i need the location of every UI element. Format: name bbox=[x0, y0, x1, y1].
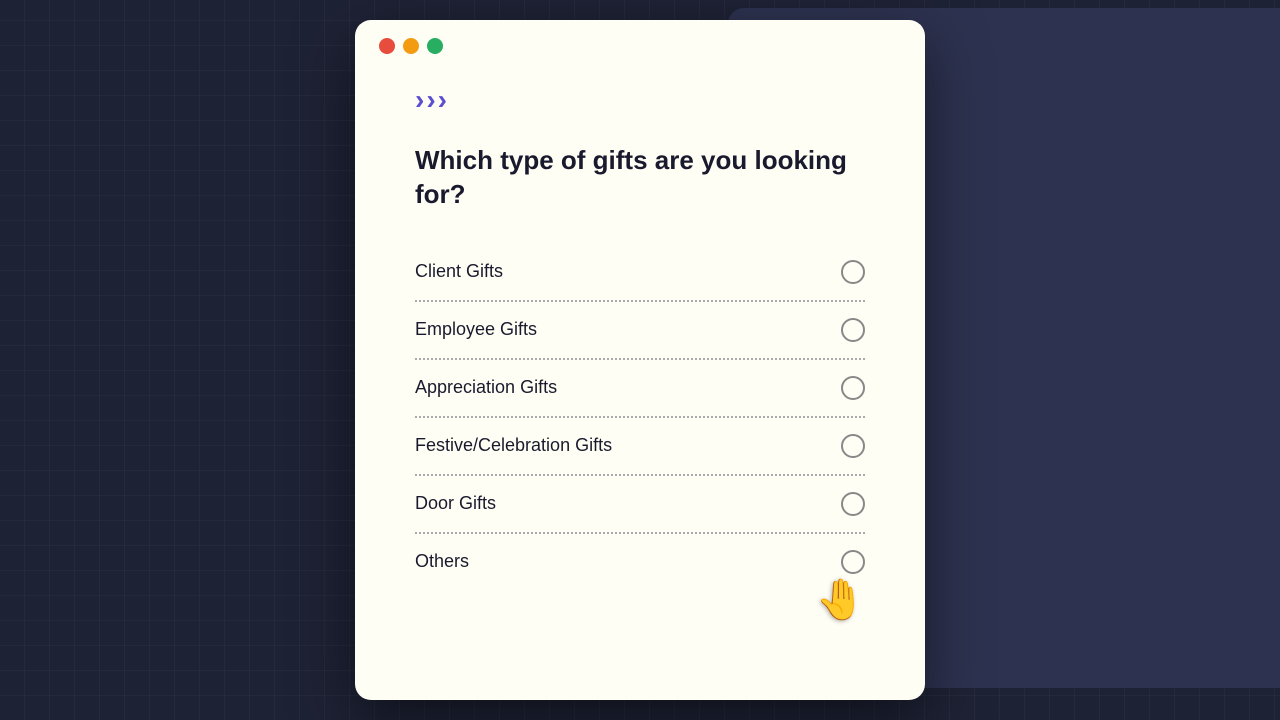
radio-employee-gifts[interactable] bbox=[841, 318, 865, 342]
radio-client-gifts[interactable] bbox=[841, 260, 865, 284]
option-label-appreciation-gifts: Appreciation Gifts bbox=[415, 377, 557, 398]
option-label-employee-gifts: Employee Gifts bbox=[415, 319, 537, 340]
option-label-client-gifts: Client Gifts bbox=[415, 261, 503, 282]
close-button[interactable] bbox=[379, 38, 395, 54]
app-window: › › › Which type of gifts are you lookin… bbox=[355, 20, 925, 700]
minimize-button[interactable] bbox=[403, 38, 419, 54]
radio-others[interactable] bbox=[841, 550, 865, 574]
radio-door-gifts[interactable] bbox=[841, 492, 865, 516]
window-chrome bbox=[355, 20, 925, 66]
question-title: Which type of gifts are you looking for? bbox=[415, 144, 865, 212]
option-label-door-gifts: Door Gifts bbox=[415, 493, 496, 514]
option-item-appreciation-gifts[interactable]: Appreciation Gifts bbox=[415, 360, 865, 418]
maximize-button[interactable] bbox=[427, 38, 443, 54]
option-item-employee-gifts[interactable]: Employee Gifts bbox=[415, 302, 865, 360]
option-label-others: Others bbox=[415, 551, 469, 572]
chevron-icon-3: › bbox=[438, 86, 447, 114]
main-content: › › › Which type of gifts are you lookin… bbox=[355, 66, 925, 620]
option-item-others[interactable]: Others bbox=[415, 534, 865, 590]
option-item-client-gifts[interactable]: Client Gifts bbox=[415, 244, 865, 302]
logo: › › › bbox=[415, 86, 865, 114]
option-item-door-gifts[interactable]: Door Gifts bbox=[415, 476, 865, 534]
options-list: Client Gifts Employee Gifts Appreciation G… bbox=[415, 244, 865, 590]
option-label-festive-gifts: Festive/Celebration Gifts bbox=[415, 435, 612, 456]
radio-festive-gifts[interactable] bbox=[841, 434, 865, 458]
option-item-festive-gifts[interactable]: Festive/Celebration Gifts bbox=[415, 418, 865, 476]
radio-appreciation-gifts[interactable] bbox=[841, 376, 865, 400]
chevron-icon-2: › bbox=[426, 86, 435, 114]
logo-chevrons: › › › bbox=[415, 86, 865, 114]
chevron-icon-1: › bbox=[415, 86, 424, 114]
